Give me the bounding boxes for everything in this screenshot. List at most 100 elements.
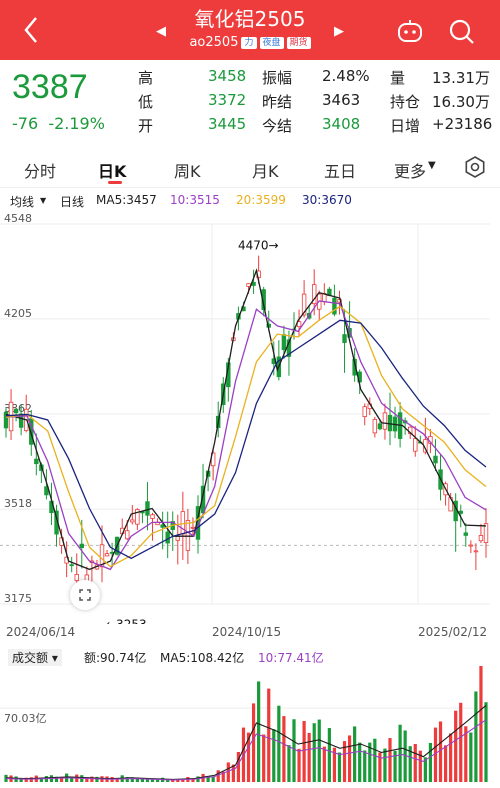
volume-bar <box>277 705 281 782</box>
volume-legend: 成交额 ▾ 额:90.74亿 MA5:108.42亿 10:77.41亿 <box>0 644 500 666</box>
change-pct: -2.19% <box>48 114 105 133</box>
candle-body <box>478 535 484 542</box>
fullscreen-toggle-icon[interactable] <box>70 580 100 610</box>
candle-body <box>69 564 74 567</box>
label-daily-increase: 日增 <box>390 117 421 135</box>
volume-bar <box>317 719 321 782</box>
quote-row: 开 3445 今结 3408 日增 +23186 <box>138 113 494 137</box>
volume-bar <box>363 750 367 782</box>
volume-bar <box>373 738 377 782</box>
candle-body <box>180 511 186 535</box>
volume-ma10: 10:77.41亿 <box>258 651 324 665</box>
candle-body <box>246 283 251 287</box>
candle-body <box>382 412 388 430</box>
ma30-value: 30:3670 <box>302 193 352 207</box>
value-today-settle: 3408 <box>322 115 361 133</box>
tab-five-day[interactable]: 五日 <box>324 158 356 182</box>
tab-monthly-k[interactable]: 月K <box>252 158 279 182</box>
tab-intraday[interactable]: 分时 <box>24 158 56 182</box>
volume-chart[interactable]: 70.03亿 <box>0 666 500 786</box>
volume-ma5: MA5:108.42亿 <box>160 651 245 665</box>
volume-indicator-select[interactable]: 成交额 ▾ <box>8 649 62 666</box>
volume-bar <box>211 776 215 782</box>
candle-body <box>185 520 191 551</box>
volume-bar <box>428 742 433 782</box>
volume-amount: 额:90.74亿 <box>84 651 147 665</box>
volume-bar <box>282 716 286 782</box>
candle-body <box>125 530 130 540</box>
candle-body <box>473 550 479 553</box>
volume-bar <box>398 724 402 782</box>
quote-panel: 3387 -76 -2.19% 高 3458 振幅 2.48% 量 13.31万… <box>0 60 500 142</box>
label-volume: 量 <box>390 69 406 87</box>
candle-body <box>165 531 170 544</box>
candle-body <box>130 519 135 523</box>
volume-bar <box>287 745 291 782</box>
robot-assistant-icon[interactable] <box>396 18 424 44</box>
label-open: 开 <box>138 117 154 135</box>
candle-body <box>34 458 39 465</box>
contract-title: 氧化铝2505 <box>194 7 306 31</box>
volume-bar <box>322 746 326 782</box>
indicator-dropdown-icon[interactable]: ▼ <box>40 196 46 205</box>
last-price: 3387 <box>12 68 88 106</box>
ma20-value: 20:3599 <box>236 193 286 207</box>
volume-bar <box>353 726 357 782</box>
header-bar: ◀ 氧化铝2505 ao2505 力夜盘 期货 ▶ <box>0 0 500 60</box>
date-start: 2024/06/14 <box>6 625 76 639</box>
volume-bar <box>388 738 392 782</box>
low-annotation: ←3253 <box>106 617 147 624</box>
volume-bar <box>443 745 448 782</box>
title-block: 氧化铝2505 ao2505 力夜盘 期货 <box>150 6 350 52</box>
change-value: -76 <box>12 114 39 133</box>
value-open-interest: 16.30万 <box>432 93 490 111</box>
candle-body <box>79 543 84 548</box>
kline-chart[interactable]: 454842053862351831754470→←3253 <box>0 214 500 624</box>
value-amplitude: 2.48% <box>322 67 370 85</box>
quote-row: 高 3458 振幅 2.48% 量 13.31万 <box>138 65 494 89</box>
contract-subtitle: ao2505 力夜盘 期货 <box>150 34 350 52</box>
candle-body <box>458 510 463 514</box>
volume-bar <box>297 748 301 782</box>
candle-body <box>377 423 383 430</box>
search-icon[interactable] <box>448 18 476 46</box>
label-today-settle: 今结 <box>262 117 293 135</box>
chevron-left-icon[interactable] <box>16 14 46 46</box>
volume-bar <box>251 703 256 782</box>
candle-body <box>104 553 110 557</box>
candle-body <box>433 455 438 464</box>
price-axis-label: 4548 <box>4 214 32 225</box>
indicator-type[interactable]: 均线 <box>10 193 34 210</box>
label-open-interest: 持仓 <box>390 93 421 111</box>
volume-bar <box>327 728 331 782</box>
volume-bar <box>469 732 473 782</box>
volume-bar <box>337 752 342 782</box>
volume-bar <box>257 681 261 782</box>
volume-bar <box>347 735 352 782</box>
label-prev-settle: 昨结 <box>262 93 293 111</box>
volume-bar <box>302 720 306 782</box>
candle-body <box>145 501 150 516</box>
candle-body <box>175 535 180 541</box>
price-change: -76 -2.19% <box>12 114 105 133</box>
volume-bar <box>449 733 453 782</box>
volume-bar <box>454 710 458 782</box>
value-prev-settle: 3463 <box>322 91 361 109</box>
indicator-legend: 均线 ▼ 日线 MA5:3457 10:3515 20:3599 30:3670 <box>0 190 500 212</box>
contract-code: ao2505 <box>189 35 239 50</box>
tab-weekly-k[interactable]: 周K <box>174 158 201 182</box>
quote-row: 低 3372 昨结 3463 持仓 16.30万 <box>138 89 494 113</box>
next-contract-arrow-icon[interactable]: ▶ <box>334 24 344 39</box>
price-axis-label: 3518 <box>4 497 32 510</box>
volume-bar <box>307 732 311 782</box>
more-dropdown-icon[interactable]: ▼ <box>428 160 436 171</box>
tab-more[interactable]: 更多 <box>394 158 426 182</box>
tab-daily-k[interactable]: 日K <box>98 158 126 182</box>
volume-bar <box>226 762 230 782</box>
settings-gear-icon[interactable] <box>462 154 488 180</box>
active-tab-indicator <box>108 181 122 184</box>
ma5-value: MA5:3457 <box>96 193 157 207</box>
volume-axis-label: 70.03亿 <box>4 712 47 725</box>
candle-body <box>342 334 347 343</box>
date-end: 2025/02/12 <box>418 625 488 639</box>
